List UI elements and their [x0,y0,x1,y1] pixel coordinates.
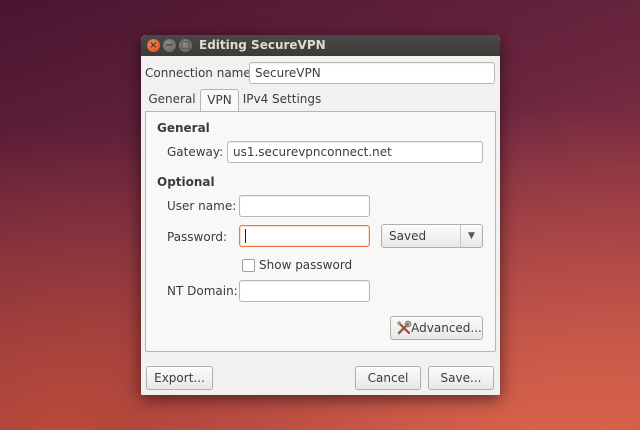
close-icon: × [149,40,158,51]
show-password-checkbox[interactable] [242,259,255,272]
edit-connection-dialog: × − □ Editing SecureVPN Connection name:… [141,35,500,395]
export-button[interactable]: Export... [146,366,213,390]
maximize-window-button[interactable]: □ [179,39,192,52]
nt-domain-input[interactable] [239,280,370,302]
titlebar: × − □ Editing SecureVPN [141,35,500,56]
nt-domain-label: NT Domain: [167,284,238,298]
advanced-button[interactable]: Advanced... [390,316,483,340]
show-password-label[interactable]: Show password [259,258,352,272]
advanced-button-label: Advanced... [411,321,482,335]
gateway-label: Gateway: [167,145,224,159]
vpn-tab-panel: General Gateway: us1.securevpnconnect.ne… [145,111,496,352]
password-storage-value: Saved [389,229,427,243]
window-title: Editing SecureVPN [199,38,326,52]
text-cursor [245,228,246,243]
cancel-button[interactable]: Cancel [355,366,421,390]
username-label: User name: [167,199,237,213]
tab-ipv4-settings[interactable]: IPv4 Settings [241,89,323,111]
minimize-icon: − [165,40,174,51]
close-window-button[interactable]: × [147,39,160,52]
tools-icon [396,320,412,335]
maximize-icon: □ [180,40,191,51]
general-section-heading: General [157,121,210,135]
username-input[interactable] [239,195,370,217]
connection-name-input[interactable]: SecureVPN [249,62,495,84]
minimize-window-button[interactable]: − [163,39,176,52]
password-input[interactable] [239,225,370,247]
optional-section-heading: Optional [157,175,215,189]
password-storage-dropdown[interactable]: Saved ▼ [381,224,483,248]
connection-name-label: Connection name: [145,66,255,80]
gateway-input[interactable]: us1.securevpnconnect.net [227,141,483,163]
password-label: Password: [167,230,228,244]
chevron-down-icon: ▼ [460,225,482,247]
tab-general[interactable]: General [146,89,198,111]
save-button[interactable]: Save... [428,366,494,390]
tab-vpn[interactable]: VPN [200,89,239,112]
